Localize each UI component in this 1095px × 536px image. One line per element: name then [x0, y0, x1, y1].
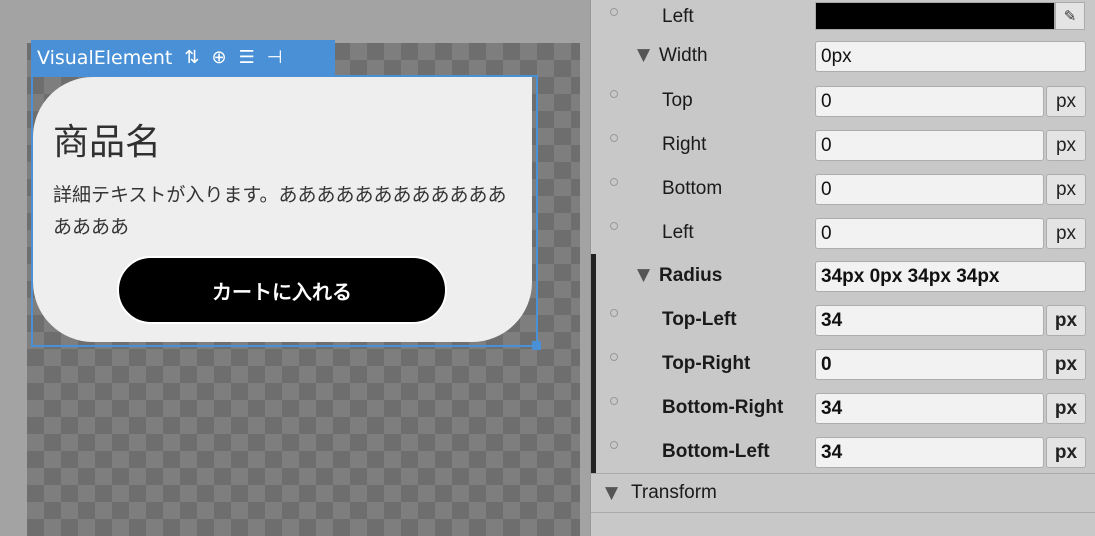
unit-selector[interactable]: px — [1046, 349, 1086, 380]
radius-top-right-row: Top-Right 0 px — [591, 342, 1095, 386]
unit-selector[interactable]: px — [1046, 174, 1086, 205]
sort-icon[interactable]: ⇅ — [184, 47, 199, 68]
visual-element-label: VisualElement — [37, 46, 173, 69]
border-width-bottom-field[interactable]: 0 — [815, 174, 1044, 205]
radius-top-right-label: Top-Right — [662, 353, 751, 374]
radius-top-right-field[interactable]: 0 — [815, 349, 1044, 380]
modified-marker — [591, 254, 596, 298]
border-width-bottom-label: Bottom — [662, 178, 723, 199]
border-radius-row: ▼ Radius 34px 0px 34px 34px — [591, 254, 1095, 298]
radius-bottom-left-label: Bottom-Left — [662, 441, 770, 462]
radius-bottom-left-field[interactable]: 34 — [815, 437, 1044, 468]
border-width-right-field[interactable]: 0 — [815, 130, 1044, 161]
unit-selector[interactable]: px — [1046, 86, 1086, 117]
border-width-top-label: Top — [662, 90, 693, 111]
expand-triangle-icon[interactable]: ▼ — [637, 34, 650, 78]
canvas-area: VisualElement ⇅ ⊕ ☰ ⊣ 商品名 詳細テキストが入ります。ああ… — [0, 0, 590, 536]
transform-section-header[interactable]: ▼ Transform — [591, 473, 1095, 513]
align-end-icon[interactable]: ⊣ — [267, 47, 283, 68]
border-width-top-field[interactable]: 0 — [815, 86, 1044, 117]
color-swatch[interactable] — [815, 2, 1055, 30]
modified-marker — [591, 342, 596, 386]
selection-outline — [31, 75, 538, 347]
radius-top-left-row: Top-Left 34 px — [591, 298, 1095, 342]
border-color-left-row: Left ✎ — [591, 0, 1095, 34]
border-radius-field[interactable]: 34px 0px 34px 34px — [815, 261, 1086, 292]
border-radius-label: Radius — [659, 265, 723, 286]
override-indicator — [610, 134, 618, 142]
radius-top-left-label: Top-Left — [662, 309, 737, 330]
align-center-icon[interactable]: ⊕ — [211, 47, 226, 68]
unit-selector[interactable]: px — [1046, 130, 1086, 161]
align-middle-icon[interactable]: ☰ — [239, 47, 255, 68]
resize-handle[interactable] — [532, 341, 541, 350]
inspector-panel: Left ✎ ▼ Width 0px Top 0 px Right 0 px B… — [590, 0, 1095, 536]
override-indicator — [610, 90, 618, 98]
override-indicator — [610, 309, 618, 317]
visual-element-toolbar: VisualElement ⇅ ⊕ ☰ ⊣ — [31, 40, 335, 75]
override-indicator — [610, 353, 618, 361]
radius-bottom-right-label: Bottom-Right — [662, 397, 784, 418]
unit-selector[interactable]: px — [1046, 393, 1086, 424]
border-width-right-label: Right — [662, 134, 707, 155]
border-color-left-label: Left — [662, 6, 694, 27]
override-indicator — [610, 222, 618, 230]
modified-marker — [591, 386, 596, 430]
radius-bottom-left-row: Bottom-Left 34 px — [591, 430, 1095, 474]
modified-marker — [591, 430, 596, 474]
eyedropper-icon[interactable]: ✎ — [1055, 2, 1085, 30]
border-width-left-label: Left — [662, 222, 694, 243]
unit-selector[interactable]: px — [1046, 305, 1086, 336]
radius-bottom-right-row: Bottom-Right 34 px — [591, 386, 1095, 430]
unit-selector[interactable]: px — [1046, 437, 1086, 468]
border-width-top-row: Top 0 px — [591, 79, 1095, 123]
border-width-label: Width — [659, 45, 708, 66]
radius-bottom-right-field[interactable]: 34 — [815, 393, 1044, 424]
border-width-left-field[interactable]: 0 — [815, 218, 1044, 249]
border-width-bottom-row: Bottom 0 px — [591, 167, 1095, 211]
override-indicator — [610, 441, 618, 449]
border-width-row: ▼ Width 0px — [591, 34, 1095, 78]
border-width-field[interactable]: 0px — [815, 41, 1086, 72]
expand-triangle-icon[interactable]: ▼ — [637, 254, 650, 298]
override-indicator — [610, 397, 618, 405]
expand-triangle-icon[interactable]: ▼ — [605, 474, 618, 512]
border-width-left-row: Left 0 px — [591, 211, 1095, 255]
radius-top-left-field[interactable]: 34 — [815, 305, 1044, 336]
unit-selector[interactable]: px — [1046, 218, 1086, 249]
override-indicator — [610, 8, 618, 16]
override-indicator — [610, 178, 618, 186]
transform-label: Transform — [631, 482, 717, 503]
border-width-right-row: Right 0 px — [591, 123, 1095, 167]
modified-marker — [591, 298, 596, 342]
